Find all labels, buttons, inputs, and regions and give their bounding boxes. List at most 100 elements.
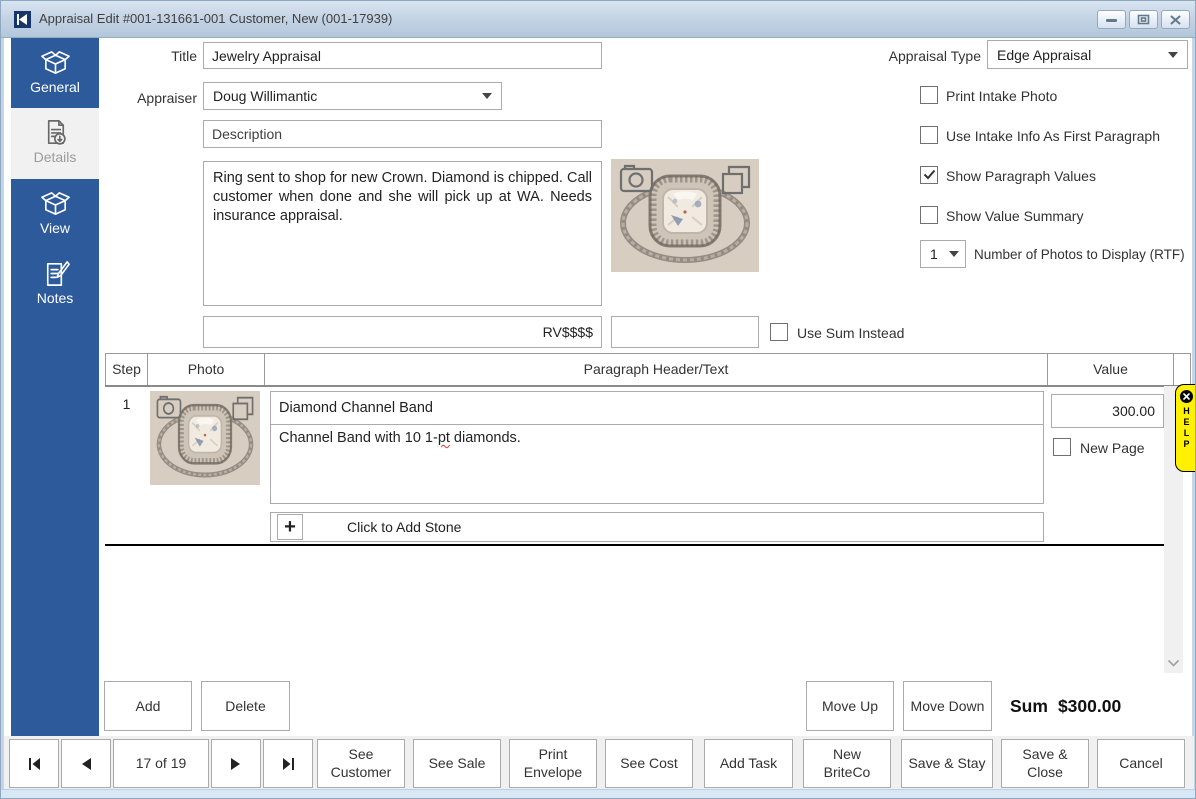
window-title: Appraisal Edit #001-131661-001 Customer,… xyxy=(39,1,392,37)
record-position: 17 of 19 xyxy=(113,739,209,788)
paragraph-text-area[interactable]: Channel Band with 10 1-pt diamonds. xyxy=(270,424,1044,504)
sidebar-item-notes[interactable]: Notes xyxy=(11,249,99,321)
sidebar: General Details View Notes xyxy=(11,38,99,736)
nav-next-button[interactable] xyxy=(211,739,261,788)
document-pencil-icon xyxy=(40,258,71,289)
sum-total: Sum $300.00 xyxy=(1010,681,1121,731)
window-frame-left xyxy=(1,38,4,789)
sum-label: Sum xyxy=(1010,696,1048,716)
appraiser-value: Doug Willimantic xyxy=(213,88,317,104)
row-value-input[interactable] xyxy=(1051,394,1164,428)
nav-previous-button[interactable] xyxy=(61,739,111,788)
table-header-step: Step xyxy=(105,353,148,386)
paragraph-text-misspelled: pt xyxy=(438,430,450,446)
appraisal-edit-window: Appraisal Edit #001-131661-001 Customer,… xyxy=(0,0,1196,799)
use-sum-instead-checkbox[interactable] xyxy=(770,323,788,341)
see-cost-button[interactable]: See Cost xyxy=(605,739,693,788)
show-value-summary-checkbox[interactable] xyxy=(920,206,938,224)
scroll-down-icon[interactable] xyxy=(1167,659,1180,667)
see-sale-button[interactable]: See Sale xyxy=(413,739,501,788)
minimize-button[interactable] xyxy=(1097,10,1126,29)
use-sum-instead-label: Use Sum Instead xyxy=(797,325,904,341)
help-label: HELP xyxy=(1182,406,1192,450)
appraisal-photo[interactable] xyxy=(611,159,759,272)
title-bar: Appraisal Edit #001-131661-001 Customer,… xyxy=(1,1,1196,38)
move-up-button[interactable]: Move Up xyxy=(806,681,894,731)
print-intake-photo-checkbox[interactable] xyxy=(920,86,938,104)
move-down-button[interactable]: Move Down xyxy=(903,681,992,731)
use-intake-info-checkbox[interactable] xyxy=(920,126,938,144)
appraiser-label: Appraiser xyxy=(99,90,197,106)
show-value-summary-label: Show Value Summary xyxy=(946,208,1083,224)
chevron-down-icon xyxy=(482,93,492,99)
secondary-value-input[interactable] xyxy=(611,316,759,348)
description-input[interactable] xyxy=(203,120,602,148)
retail-value-input[interactable] xyxy=(203,316,602,348)
add-task-button[interactable]: Add Task xyxy=(704,739,793,788)
use-intake-info-label: Use Intake Info As First Paragraph xyxy=(946,128,1160,144)
chevron-down-icon xyxy=(949,251,959,257)
maximize-button[interactable] xyxy=(1129,10,1158,29)
intake-notes-textarea[interactable]: Ring sent to shop for new Crown. Diamond… xyxy=(203,161,602,306)
window-frame-bottom xyxy=(1,789,1195,798)
add-button[interactable]: Add xyxy=(104,681,192,731)
photos-to-display-value: 1 xyxy=(930,246,938,262)
row-separator xyxy=(105,544,1169,546)
print-intake-photo-label: Print Intake Photo xyxy=(946,88,1057,104)
bottom-nav-bar: 17 of 19 See Customer See Sale Print Env… xyxy=(4,736,1194,791)
photos-to-display-select[interactable]: 1 xyxy=(920,240,966,268)
row-step-number: 1 xyxy=(105,396,148,412)
appraisal-type-label: Appraisal Type xyxy=(851,48,981,64)
print-envelope-button[interactable]: Print Envelope xyxy=(509,739,597,788)
see-customer-button[interactable]: See Customer xyxy=(317,739,405,788)
photos-to-display-label: Number of Photos to Display (RTF) xyxy=(974,247,1185,262)
new-briteco-button[interactable]: New BriteCo xyxy=(803,739,891,788)
title-input[interactable] xyxy=(203,42,602,69)
appraisal-type-select[interactable]: Edge Appraisal xyxy=(987,40,1188,69)
save-and-close-button[interactable]: Save & Close xyxy=(1001,739,1089,788)
table-header-photo: Photo xyxy=(147,353,265,386)
nav-last-button[interactable] xyxy=(263,739,313,788)
box-icon xyxy=(40,47,71,78)
nav-previous-icon xyxy=(80,757,92,771)
close-button[interactable] xyxy=(1161,10,1190,29)
sum-value: $300.00 xyxy=(1058,696,1121,716)
add-stone-label: Click to Add Stone xyxy=(347,513,461,541)
sidebar-item-label: Notes xyxy=(11,290,99,306)
nav-first-button[interactable] xyxy=(9,739,59,788)
help-close-icon[interactable] xyxy=(1180,390,1193,403)
table-header-underline xyxy=(105,385,1191,387)
sidebar-item-label: Details xyxy=(11,149,99,165)
nav-next-icon xyxy=(230,757,242,771)
table-header-paragraph: Paragraph Header/Text xyxy=(264,353,1048,386)
new-page-label: New Page xyxy=(1080,440,1145,456)
row-photo[interactable] xyxy=(150,391,260,485)
save-and-stay-button[interactable]: Save & Stay xyxy=(901,739,993,788)
nav-first-icon xyxy=(27,757,42,771)
chevron-down-icon xyxy=(1168,52,1178,58)
new-page-checkbox[interactable] xyxy=(1053,438,1071,456)
show-paragraph-values-label: Show Paragraph Values xyxy=(946,168,1096,184)
paragraph-header-input[interactable] xyxy=(270,391,1044,425)
document-download-icon xyxy=(40,117,71,148)
sidebar-item-view[interactable]: View xyxy=(11,179,99,249)
delete-button[interactable]: Delete xyxy=(201,681,290,731)
sidebar-item-label: View xyxy=(11,220,99,236)
paragraph-text: diamonds. xyxy=(450,430,521,446)
sidebar-item-general[interactable]: General xyxy=(11,38,99,108)
nav-last-icon xyxy=(281,757,296,771)
table-header-value: Value xyxy=(1047,353,1174,386)
title-label: Title xyxy=(99,48,197,64)
table-header-spacer xyxy=(1173,353,1191,386)
add-stone-button[interactable]: + Click to Add Stone xyxy=(270,512,1044,542)
show-paragraph-values-checkbox[interactable] xyxy=(920,166,938,184)
help-tab[interactable]: HELP xyxy=(1175,384,1196,472)
sidebar-item-details[interactable]: Details xyxy=(11,108,99,179)
app-logo-icon xyxy=(14,11,31,28)
sidebar-item-label: General xyxy=(11,79,99,95)
plus-icon: + xyxy=(277,514,303,540)
appraiser-select[interactable]: Doug Willimantic xyxy=(203,82,502,110)
appraisal-type-value: Edge Appraisal xyxy=(997,47,1091,63)
cancel-button[interactable]: Cancel xyxy=(1097,739,1185,788)
paragraph-text: Channel Band with 10 1- xyxy=(279,430,438,446)
